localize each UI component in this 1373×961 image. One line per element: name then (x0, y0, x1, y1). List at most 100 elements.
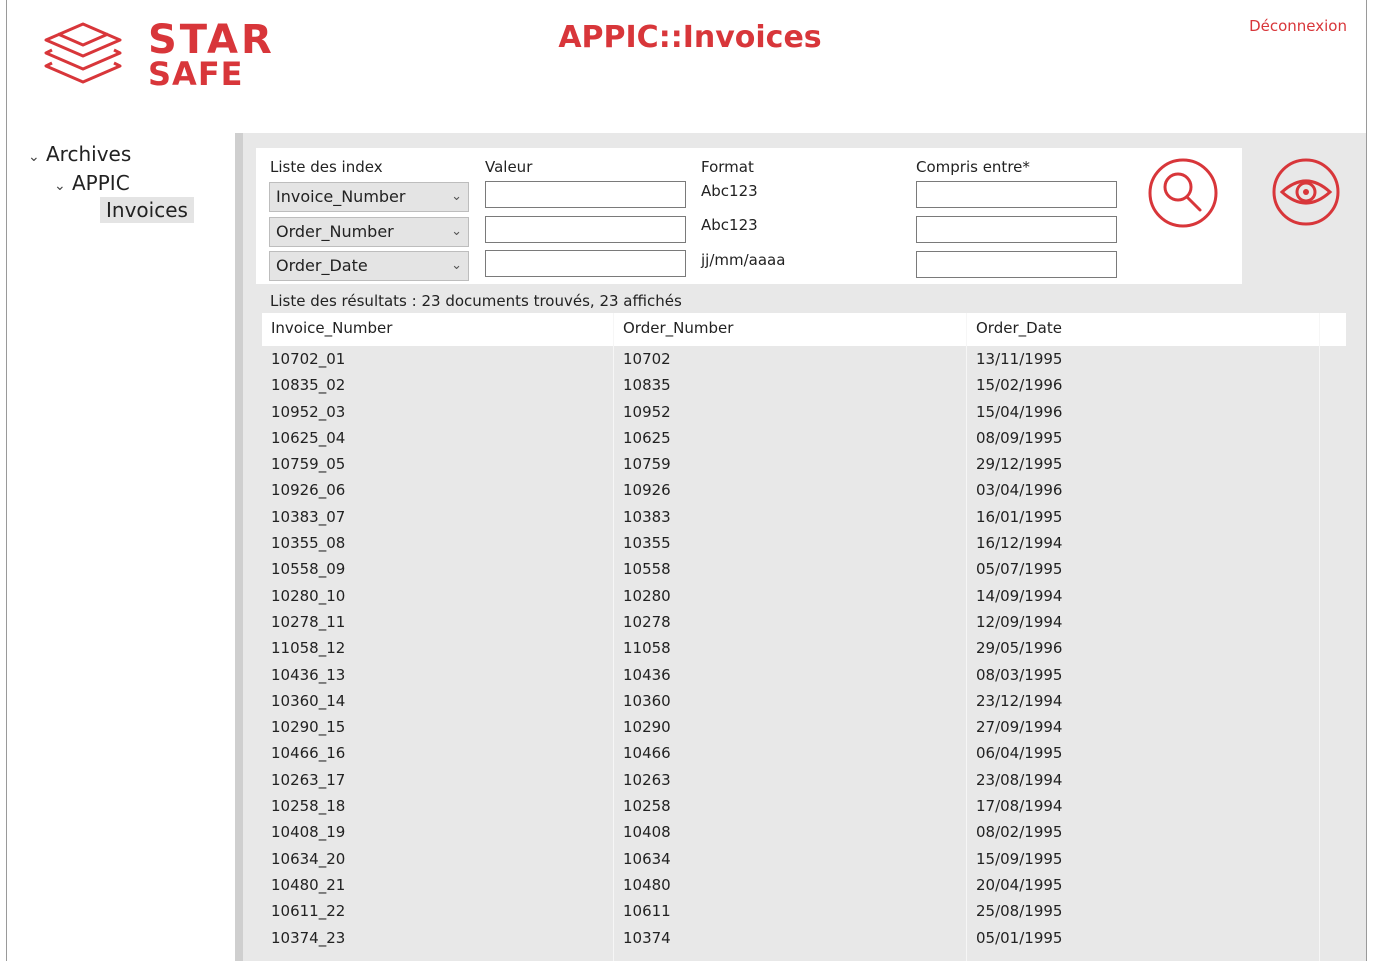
order-number-cell: 10436 (623, 665, 671, 684)
invoice-number-cell: 10290_15 (271, 718, 346, 737)
chevron-down-icon[interactable]: ⌄ (54, 178, 72, 194)
table-row[interactable]: 10558_09 10558 05/07/1995 (262, 556, 1320, 582)
table-row[interactable]: 10466_16 10466 06/04/1995 (262, 740, 1320, 766)
range-input-1[interactable] (916, 181, 1117, 208)
table-row[interactable]: 10611_22 10611 25/08/1995 (262, 898, 1320, 924)
invoice-number-cell: 10436_13 (271, 665, 346, 684)
range-label: Compris entre* (916, 158, 1030, 176)
invoice-number-cell: 10611_22 (271, 902, 346, 921)
table-row[interactable]: 10625_04 10625 08/09/1995 (262, 425, 1320, 451)
order-date-cell: 12/09/1994 (976, 612, 1063, 631)
index-select-value: Order_Number (276, 222, 394, 241)
table-row[interactable]: 10926_06 10926 03/04/1996 (262, 477, 1320, 503)
invoice-number-cell: 10263_17 (271, 770, 346, 789)
invoice-number-cell: 10360_14 (271, 691, 346, 710)
index-select-1[interactable]: Invoice_Number ⌄ (269, 182, 469, 212)
starsafe-logo: STAR SAFE (38, 18, 308, 98)
value-input-3[interactable] (485, 250, 686, 277)
order-number-cell: 10258 (623, 797, 671, 816)
invoice-number-cell: 10625_04 (271, 428, 346, 447)
logo-wordmark-safe: SAFE (148, 55, 244, 93)
order-date-cell: 15/04/1996 (976, 402, 1063, 421)
value-input-2[interactable] (485, 216, 686, 243)
invoice-number-cell: 10280_10 (271, 586, 346, 605)
table-row[interactable]: 10952_03 10952 15/04/1996 (262, 399, 1320, 425)
tree-node-invoices[interactable]: Invoices (100, 197, 194, 223)
range-input-3[interactable] (916, 251, 1117, 278)
range-input-2[interactable] (916, 216, 1117, 243)
results-table-header: Invoice_Number Order_Number Order_Date (262, 313, 1346, 346)
index-list-label: Liste des index (270, 158, 383, 176)
tree-node-label: APPIC (72, 171, 130, 195)
order-date-cell: 23/08/1994 (976, 770, 1063, 789)
results-table-body: 10702_01 10702 13/11/1995 10835_02 10835 15/0… (262, 346, 1320, 951)
table-row[interactable]: 10436_13 10436 08/03/1995 (262, 662, 1320, 688)
tree-node-appic[interactable]: ⌄ APPIC (54, 171, 130, 195)
order-number-cell: 10374 (623, 928, 671, 947)
invoice-number-cell: 10374_23 (271, 928, 346, 947)
table-row[interactable]: 10835_02 10835 15/02/1996 (262, 372, 1320, 398)
logout-link[interactable]: Déconnexion (1249, 17, 1347, 35)
tree-node-label: Archives (46, 142, 132, 166)
format-hint: jj/mm/aaaa (701, 251, 786, 269)
chevron-down-icon: ⌄ (451, 189, 462, 204)
index-select-3[interactable]: Order_Date ⌄ (269, 251, 469, 281)
table-row[interactable]: 10258_18 10258 17/08/1994 (262, 793, 1320, 819)
table-row[interactable]: 10290_15 10290 27/09/1994 (262, 714, 1320, 740)
table-row[interactable]: 10408_19 10408 08/02/1995 (262, 819, 1320, 845)
order-number-cell: 10759 (623, 455, 671, 474)
table-row[interactable]: 10280_10 10280 14/09/1994 (262, 583, 1320, 609)
order-number-cell: 10263 (623, 770, 671, 789)
order-date-cell: 23/12/1994 (976, 691, 1063, 710)
table-row[interactable]: 10263_17 10263 23/08/1994 (262, 767, 1320, 793)
column-header-invoice-number[interactable]: Invoice_Number (262, 313, 614, 346)
invoice-number-cell: 10408_19 (271, 823, 346, 842)
chevron-down-icon: ⌄ (451, 224, 462, 239)
panel-divider (235, 133, 243, 961)
results-summary: Liste des résultats : 23 documents trouv… (270, 292, 682, 310)
order-date-cell: 13/11/1995 (976, 350, 1063, 368)
table-row[interactable]: 10383_07 10383 16/01/1995 (262, 504, 1320, 530)
invoice-number-cell: 10480_21 (271, 875, 346, 894)
table-row[interactable]: 10634_20 10634 15/09/1995 (262, 846, 1320, 872)
order-date-cell: 16/12/1994 (976, 534, 1063, 553)
column-header-order-date[interactable]: Order_Date (967, 313, 1320, 346)
order-date-cell: 20/04/1995 (976, 875, 1063, 894)
table-row[interactable]: 10480_21 10480 20/04/1995 (262, 872, 1320, 898)
eye-icon[interactable] (1270, 156, 1342, 228)
order-number-cell: 10408 (623, 823, 671, 842)
window-frame-right (1366, 0, 1367, 961)
order-date-cell: 16/01/1995 (976, 507, 1063, 526)
value-input-1[interactable] (485, 181, 686, 208)
table-row[interactable]: 10374_23 10374 05/01/1995 (262, 925, 1320, 951)
index-select-2[interactable]: Order_Number ⌄ (269, 217, 469, 247)
format-label: Format (701, 158, 754, 176)
table-row[interactable]: 10355_08 10355 16/12/1994 (262, 530, 1320, 556)
tree-node-archives[interactable]: ⌄ Archives (28, 142, 131, 166)
invoice-number-cell: 10926_06 (271, 481, 346, 500)
invoice-number-cell: 10702_01 (271, 350, 346, 368)
column-header-order-number[interactable]: Order_Number (614, 313, 967, 346)
order-date-cell: 08/09/1995 (976, 428, 1063, 447)
table-row[interactable]: 10360_14 10360 23/12/1994 (262, 688, 1320, 714)
table-row[interactable]: 10278_11 10278 12/09/1994 (262, 609, 1320, 635)
table-row[interactable]: 11058_12 11058 29/05/1996 (262, 635, 1320, 661)
invoice-number-cell: 10258_18 (271, 797, 346, 816)
invoice-number-cell: 10634_20 (271, 849, 346, 868)
magnifier-icon[interactable] (1146, 156, 1220, 230)
order-number-cell: 10558 (623, 560, 671, 579)
chevron-down-icon: ⌄ (451, 258, 462, 273)
invoice-number-cell: 10558_09 (271, 560, 346, 579)
order-number-cell: 10625 (623, 428, 671, 447)
order-number-cell: 10383 (623, 507, 671, 526)
order-date-cell: 15/09/1995 (976, 849, 1063, 868)
table-row[interactable]: 10702_01 10702 13/11/1995 (262, 346, 1320, 372)
order-number-cell: 10952 (623, 402, 671, 421)
order-date-cell: 06/04/1995 (976, 744, 1063, 763)
chevron-down-icon[interactable]: ⌄ (28, 149, 46, 165)
invoice-number-cell: 10383_07 (271, 507, 346, 526)
window-frame-left (6, 0, 7, 961)
order-number-cell: 10634 (623, 849, 671, 868)
table-row[interactable]: 10759_05 10759 29/12/1995 (262, 451, 1320, 477)
order-number-cell: 10480 (623, 875, 671, 894)
